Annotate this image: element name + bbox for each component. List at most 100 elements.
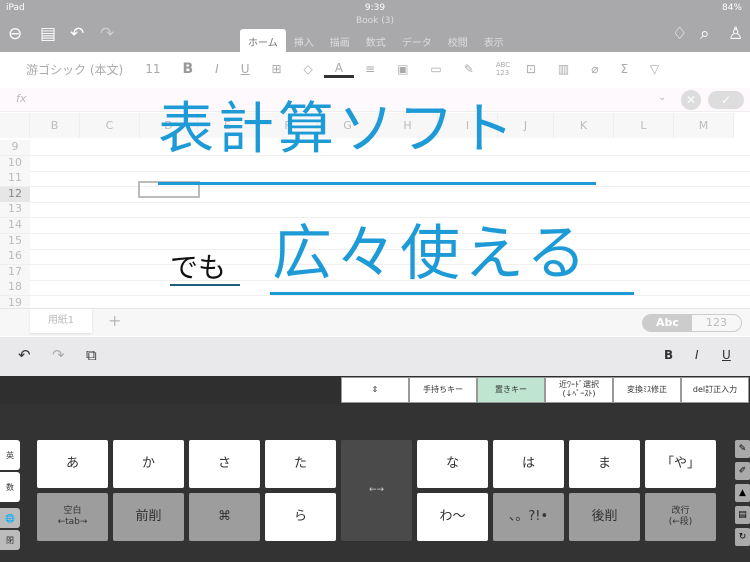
image-icon[interactable]: ▲	[735, 484, 750, 502]
share-user-icon[interactable]: ♙	[728, 24, 743, 44]
formula-bar[interactable]: fx ⌄ ✕ ✓	[0, 88, 750, 112]
redo-button[interactable]: ↷	[52, 346, 65, 364]
column-header[interactable]: L	[614, 113, 674, 138]
row-header[interactable]: 18	[0, 280, 30, 297]
column-header[interactable]: D	[140, 113, 198, 138]
row-header[interactable]: 11	[0, 171, 30, 188]
row-header[interactable]: 15	[0, 233, 30, 250]
function-key[interactable]: 前削	[113, 493, 184, 541]
italic-button[interactable]: I	[204, 62, 230, 76]
align-icon[interactable]: ≡	[354, 62, 386, 76]
function-key[interactable]: 改行 (←段)	[645, 493, 716, 541]
column-header[interactable]: M	[674, 113, 734, 138]
column-header[interactable]: J	[498, 113, 554, 138]
keyboard-mode-key[interactable]: 近ﾜｰﾄﾞ選択 (↓ﾍﾟｰｽﾄ)	[545, 377, 613, 403]
add-sheet-button[interactable]: +	[108, 311, 121, 330]
tab-data[interactable]: データ	[394, 29, 440, 54]
tab-draw[interactable]: 描画	[322, 29, 358, 54]
kana-key[interactable]: な	[417, 440, 488, 488]
refresh-icon[interactable]: ↻	[735, 528, 750, 546]
insert-cells-icon[interactable]: ⊡	[515, 62, 547, 76]
column-header[interactable]: I	[438, 113, 498, 138]
lightbulb-icon[interactable]: ♢	[672, 24, 687, 44]
side-key[interactable]: 数	[0, 472, 20, 502]
kana-key[interactable]: さ	[189, 440, 260, 488]
expand-chevron-icon[interactable]: ⌄	[658, 92, 666, 103]
row-header[interactable]: 17	[0, 264, 30, 281]
cursor-move-key[interactable]: ←→	[341, 440, 412, 541]
function-key[interactable]: ら	[265, 493, 336, 541]
sort-filter-icon[interactable]: ▽	[639, 62, 670, 76]
row-header[interactable]: 10	[0, 155, 30, 172]
copy-button[interactable]: ⧉	[86, 346, 97, 364]
tab-home[interactable]: ホーム	[240, 29, 286, 54]
column-header[interactable]: E	[198, 113, 258, 138]
fill-color-icon[interactable]: ◇	[293, 62, 324, 76]
tab-insert[interactable]: 挿入	[286, 29, 322, 54]
undo-button[interactable]: ↶	[18, 346, 31, 364]
number-mode[interactable]: 123	[692, 315, 741, 331]
row-header[interactable]: 14	[0, 218, 30, 234]
side-key[interactable]: 🌐	[0, 508, 20, 528]
format-icon[interactable]: ✎	[453, 62, 485, 76]
tab-formulas[interactable]: 数式	[358, 29, 394, 54]
bold-button[interactable]: B	[664, 348, 673, 362]
column-header[interactable]: F	[258, 113, 318, 138]
side-key[interactable]: 閉	[0, 530, 20, 550]
row-header[interactable]: 9	[0, 140, 30, 156]
pen-icon[interactable]: ✎	[735, 440, 750, 458]
function-key[interactable]: ⌘	[189, 493, 260, 541]
kana-key[interactable]: あ	[37, 440, 108, 488]
kana-key[interactable]: た	[265, 440, 336, 488]
undo-icon[interactable]: ↶	[70, 24, 84, 44]
keyboard-mode-key[interactable]: del訂正入力	[681, 377, 749, 403]
side-key[interactable]: 英	[0, 440, 20, 470]
font-select[interactable]: 游ゴシック (本文)	[0, 61, 134, 78]
row-header[interactable]: 16	[0, 249, 30, 266]
cell-selection[interactable]	[138, 181, 200, 198]
function-key[interactable]: 、。?!•	[493, 493, 564, 541]
keyboard-mode-key[interactable]: 手持ちキー	[409, 377, 477, 403]
column-header[interactable]: C	[80, 113, 140, 138]
keyboard-mode-key[interactable]: 置きキー	[477, 377, 545, 403]
select-all-corner[interactable]	[0, 113, 30, 138]
abc-mode[interactable]: Abc	[643, 315, 692, 331]
kana-key[interactable]: か	[113, 440, 184, 488]
function-key[interactable]: わ～	[417, 493, 488, 541]
italic-button[interactable]: I	[695, 348, 699, 362]
function-key[interactable]: 後削	[569, 493, 640, 541]
document-icon[interactable]: ▤	[735, 506, 750, 524]
clear-icon[interactable]: ⌀	[580, 62, 609, 76]
kana-key[interactable]: 「や」	[645, 440, 716, 488]
row-header[interactable]: 12	[0, 186, 30, 203]
delete-cells-icon[interactable]: ▥	[547, 62, 580, 76]
column-header[interactable]: K	[554, 113, 614, 138]
underline-button[interactable]: U	[722, 348, 731, 362]
kana-key[interactable]: は	[493, 440, 564, 488]
keyboard-mode-key[interactable]: ⇕	[341, 377, 409, 403]
borders-icon[interactable]: ⊞	[260, 62, 292, 76]
bold-button[interactable]: B	[171, 61, 204, 77]
autosum-button[interactable]: Σ	[609, 62, 639, 76]
spreadsheet-grid[interactable]: B C D E F G H I J K L M 9 10 11 12 13 14 15 16 17 18 19	[0, 113, 750, 312]
font-color-button[interactable]: A	[323, 61, 354, 78]
cancel-icon[interactable]: ✕	[681, 90, 701, 110]
column-header[interactable]: B	[30, 113, 80, 138]
sheet-tab[interactable]: 用紙1	[30, 309, 92, 333]
back-icon[interactable]: ⊖	[8, 24, 22, 44]
underline-button[interactable]: U	[230, 62, 261, 76]
tab-review[interactable]: 校閲	[440, 29, 476, 54]
number-format-button[interactable]: ABC 123	[485, 61, 515, 77]
note-icon[interactable]: ✐	[735, 462, 750, 480]
font-size-select[interactable]: 11	[134, 62, 171, 76]
keyboard-mode-key[interactable]: 変換ﾐｽ修正	[613, 377, 681, 403]
kana-key[interactable]: ま	[569, 440, 640, 488]
search-icon[interactable]: ⌕	[700, 24, 710, 44]
column-header[interactable]: H	[378, 113, 438, 138]
file-icon[interactable]: ▤	[40, 24, 56, 44]
input-mode-toggle[interactable]: Abc 123	[642, 314, 742, 332]
confirm-icon[interactable]: ✓	[708, 91, 744, 109]
merge-icon[interactable]: ▭	[419, 62, 452, 76]
wrap-icon[interactable]: ▣	[386, 62, 419, 76]
row-header[interactable]: 13	[0, 202, 30, 219]
